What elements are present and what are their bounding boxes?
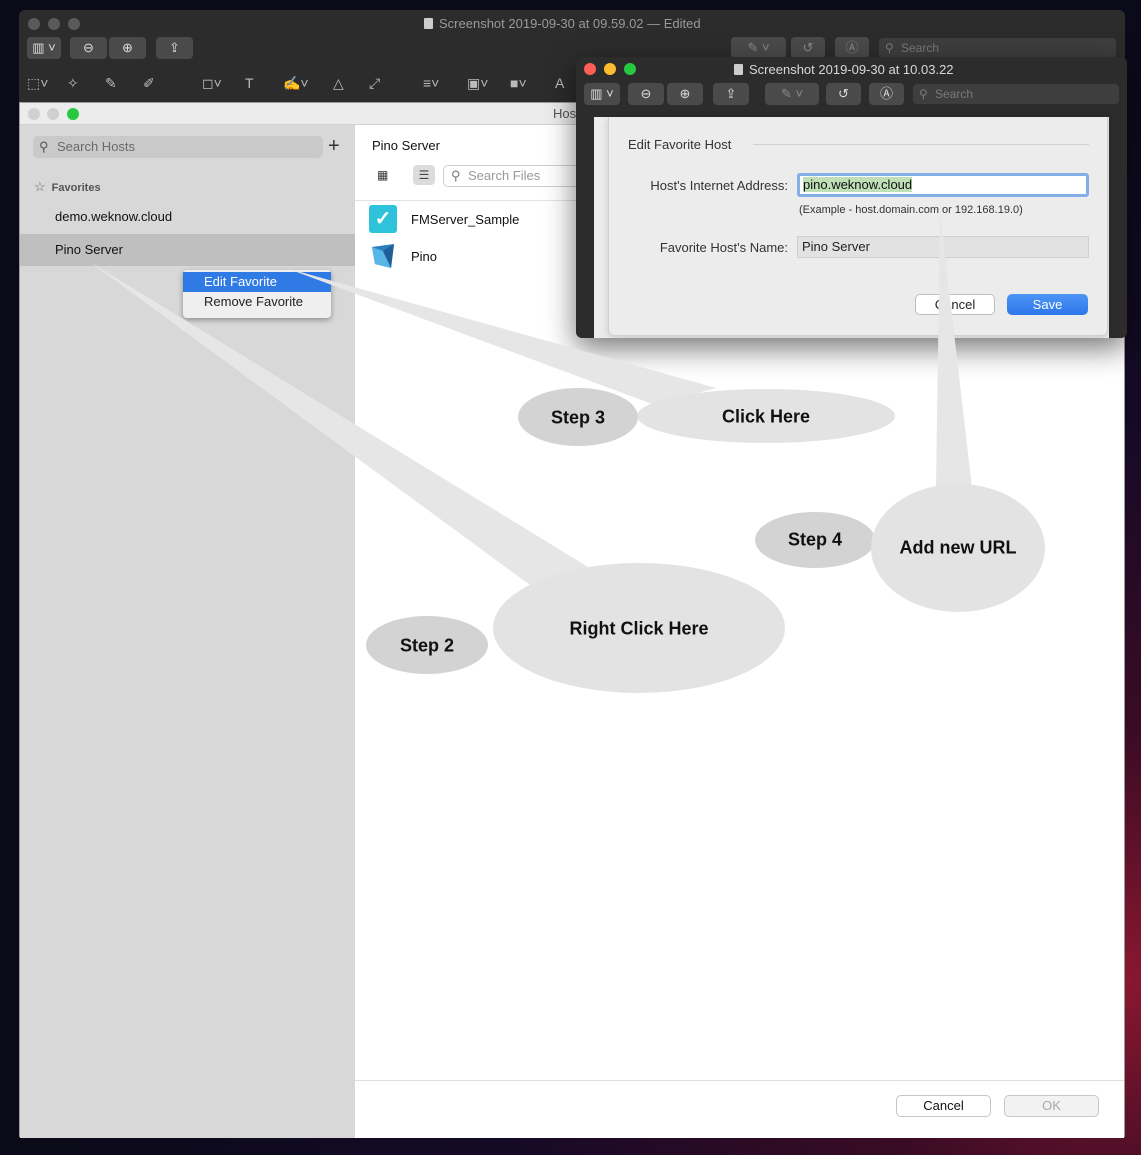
context-menu: Edit Favorite Remove Favorite — [183, 270, 331, 318]
add-new-url-label: Add new URL — [899, 537, 1017, 558]
favorites-header: ☆ Favorites — [34, 179, 101, 195]
step3-label: Step 3 — [550, 407, 606, 428]
host-name-input[interactable]: Pino Server — [797, 236, 1089, 258]
zoom-out-button[interactable]: ⊖ — [628, 83, 664, 105]
back-search-placeholder: Search — [901, 41, 940, 55]
click-here-label: Click Here — [721, 406, 811, 427]
border-color-icon[interactable]: ▣˅ — [467, 73, 488, 93]
sidebar-toggle-button[interactable]: ▥ ˅ — [584, 83, 620, 105]
front-document-content: Edit Favorite Host Host's Internet Addre… — [594, 117, 1109, 338]
document-icon — [424, 18, 433, 29]
hosts-title: Hos — [553, 106, 577, 121]
grid-view-icon[interactable]: ▦ — [377, 168, 388, 182]
rotate-button[interactable]: ↺ — [791, 37, 825, 59]
instant-alpha-icon[interactable]: ✧ — [67, 73, 79, 93]
file-search-placeholder: Search Files — [468, 168, 541, 183]
search-icon: ⚲ — [451, 168, 461, 183]
cancel-button[interactable]: Cancel — [896, 1095, 991, 1117]
hosts-sidebar: ⚲ Search Hosts + ☆ Favorites demo.weknow.c… — [20, 125, 355, 1138]
front-search-placeholder: Search — [935, 87, 974, 101]
zoom-button[interactable] — [68, 18, 80, 30]
adjust-color-icon[interactable]: △ — [333, 73, 344, 93]
list-view-icon[interactable]: ☰ — [413, 165, 435, 185]
rotate-button[interactable]: ↺ — [826, 83, 861, 105]
zoom-out-button[interactable]: ⊖ — [70, 37, 107, 59]
address-example-hint: (Example - host.domain.com or 192.168.19… — [799, 204, 1023, 216]
back-window-title: Screenshot 2019-09-30 at 09.59.02 — Edit… — [424, 16, 701, 31]
host-search-placeholder: Search Hosts — [57, 139, 136, 154]
file-name: Pino — [411, 249, 438, 264]
checkbox-file-icon: ✓ — [369, 205, 397, 233]
address-input[interactable]: pino.weknow.cloud — [797, 173, 1089, 197]
minimize-button[interactable] — [48, 18, 60, 30]
host-name-label: Favorite Host's Name: — [659, 240, 788, 255]
front-window-title: Screenshot 2019-09-30 at 10.03.22 — [734, 62, 954, 77]
front-search-field[interactable]: ⚲ Search — [913, 84, 1119, 104]
step4-label: Step 4 — [787, 529, 843, 550]
preview-window-front: Screenshot 2019-09-30 at 10.03.22 ▥ ˅ ⊖ … — [576, 57, 1127, 338]
filemaker-file-icon — [369, 242, 397, 270]
text-icon[interactable]: T — [245, 73, 254, 93]
back-search-field[interactable]: ⚲ Search — [879, 38, 1116, 58]
shape-style-icon[interactable]: ≡˅ — [423, 73, 439, 93]
sign-icon[interactable]: ✍˅ — [283, 73, 309, 93]
edit-favorite-sheet: Edit Favorite Host Host's Internet Addre… — [608, 117, 1108, 336]
markup-toolbar-button[interactable]: Ⓐ — [869, 83, 904, 105]
ok-button[interactable]: OK — [1004, 1095, 1099, 1117]
sketch-icon[interactable]: ✎ — [105, 73, 117, 93]
search-icon: ⚲ — [39, 139, 49, 154]
share-button[interactable]: ⇪ — [156, 37, 193, 59]
add-host-button[interactable]: + — [328, 134, 340, 158]
sidebar-toggle-button[interactable]: ▥ ˅ — [27, 37, 61, 59]
shapes-icon[interactable]: ◻˅ — [202, 73, 222, 93]
zoom-button[interactable] — [624, 63, 636, 75]
server-name-heading: Pino Server — [372, 138, 440, 153]
address-label: Host's Internet Address: — [650, 178, 788, 193]
close-button[interactable] — [28, 18, 40, 30]
favorite-item-pino-server[interactable]: Pino Server — [20, 234, 355, 266]
address-value: pino.weknow.cloud — [803, 177, 913, 192]
save-button[interactable]: Save — [1007, 294, 1088, 315]
markup-toolbar-button[interactable]: Ⓐ — [835, 37, 869, 59]
back-window-title-text: Screenshot 2019-09-30 at 09.59.02 — Edit… — [439, 16, 701, 31]
rect-selection-icon[interactable]: ⬚˅ — [27, 73, 48, 93]
divider — [355, 1080, 1124, 1081]
zoom-in-button[interactable]: ⊕ — [109, 37, 146, 59]
fill-color-icon[interactable]: ■˅ — [510, 73, 527, 93]
favorite-item-demo[interactable]: demo.weknow.cloud — [20, 201, 355, 233]
sheet-title: Edit Favorite Host — [628, 137, 732, 152]
right-click-here-label: Right Click Here — [569, 618, 709, 639]
sheet-cancel-button[interactable]: Cancel — [915, 294, 995, 315]
text-style-icon[interactable]: A — [555, 73, 564, 93]
share-button[interactable]: ⇪ — [713, 83, 749, 105]
draw-icon[interactable]: ✐ — [143, 73, 155, 93]
search-icon: ⚲ — [919, 87, 928, 101]
close-button[interactable] — [584, 63, 596, 75]
file-name: FMServer_Sample — [411, 212, 520, 227]
favorites-header-label: Favorites — [51, 182, 101, 194]
front-window-title-text: Screenshot 2019-09-30 at 10.03.22 — [749, 62, 954, 77]
star-icon: ☆ — [34, 179, 46, 194]
zoom-button[interactable] — [67, 108, 79, 120]
step2-label: Step 2 — [399, 635, 455, 656]
search-icon: ⚲ — [885, 41, 894, 55]
close-button[interactable] — [28, 108, 40, 120]
host-search-input[interactable]: ⚲ Search Hosts — [33, 136, 323, 158]
document-icon — [734, 64, 743, 75]
adjust-size-icon[interactable]: ⤢ — [369, 73, 380, 93]
zoom-in-button[interactable]: ⊕ — [667, 83, 703, 105]
remove-favorite-menu-item[interactable]: Remove Favorite — [183, 292, 331, 312]
minimize-button[interactable] — [604, 63, 616, 75]
markup-pen-button[interactable]: ✎ ˅ — [765, 83, 819, 105]
back-titlebar: Screenshot 2019-09-30 at 09.59.02 — Edit… — [19, 10, 1125, 38]
edit-favorite-menu-item[interactable]: Edit Favorite — [183, 272, 331, 292]
markup-pen-button[interactable]: ✎ ˅ — [731, 37, 786, 59]
divider — [753, 144, 1089, 145]
minimize-button[interactable] — [47, 108, 59, 120]
